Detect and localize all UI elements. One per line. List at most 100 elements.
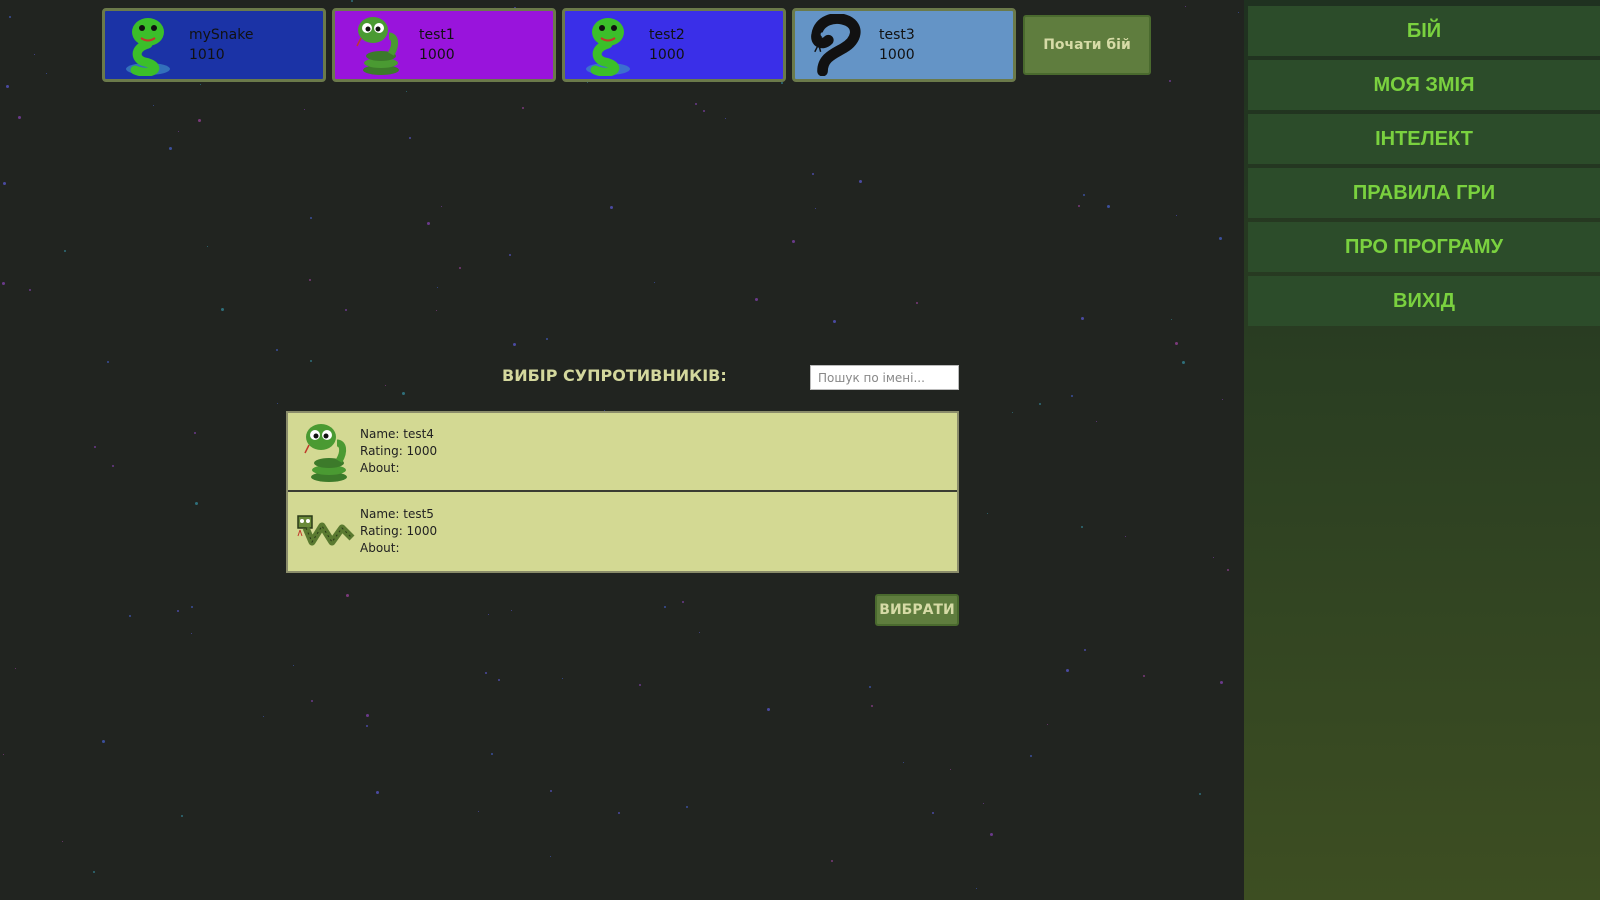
opponent-name: Name: test4 [360, 427, 434, 441]
star [1012, 412, 1013, 413]
choose-button[interactable]: ВИБРАТИ [875, 594, 959, 626]
star [871, 705, 873, 707]
star [869, 686, 871, 688]
star [562, 678, 563, 679]
star [1213, 557, 1214, 558]
star [639, 684, 641, 686]
star [402, 392, 405, 395]
star [1185, 6, 1186, 7]
star [346, 594, 349, 597]
star [815, 208, 816, 209]
menu-item-exit[interactable]: ВИХІД [1248, 276, 1600, 326]
star [459, 267, 461, 269]
search-input[interactable] [810, 365, 959, 390]
star [277, 403, 278, 404]
star [511, 610, 512, 611]
star [198, 119, 201, 122]
star [550, 856, 551, 857]
opponent-about: About: [360, 541, 400, 555]
star [987, 513, 988, 514]
star [1030, 755, 1032, 757]
star [293, 665, 294, 666]
star [1171, 319, 1172, 320]
star [93, 871, 95, 873]
player-card-test2[interactable]: test2 1000 [562, 8, 786, 82]
opponents-title: ВИБІР СУПРОТИВНИКІВ: [502, 366, 727, 385]
opponent-about: About: [360, 461, 400, 475]
player-rating: 1000 [419, 47, 455, 63]
star [18, 116, 21, 119]
star [3, 754, 4, 755]
star [194, 432, 196, 434]
star [441, 206, 442, 207]
star [546, 338, 548, 340]
star [767, 708, 770, 711]
opponents-list: Name: test4 Rating: 1000 About: Name: te… [286, 411, 959, 573]
player-card-test3[interactable]: test3 1000 [792, 8, 1016, 82]
star [112, 465, 114, 467]
star [436, 310, 437, 311]
main-menu: БІЙ МОЯ ЗМІЯ ІНТЕЛЕКТ ПРАВИЛА ГРИ ПРО ПР… [1248, 6, 1600, 330]
star [304, 109, 305, 110]
star [9, 16, 11, 18]
star [1143, 675, 1145, 677]
start-battle-button[interactable]: Почати бій [1023, 15, 1151, 75]
star [686, 806, 688, 808]
star [903, 762, 904, 763]
menu-item-rules[interactable]: ПРАВИЛА ГРИ [1248, 168, 1600, 218]
star [587, 82, 588, 83]
star [1125, 536, 1126, 537]
star [550, 790, 552, 792]
player-name: test2 [649, 27, 685, 43]
star [177, 610, 179, 612]
player-rating: 1010 [189, 47, 225, 63]
list-item[interactable]: Name: test5 Rating: 1000 About: [288, 492, 957, 571]
opponent-name: Name: test5 [360, 507, 434, 521]
player-card-mysnake[interactable]: mySnake 1010 [102, 8, 326, 82]
menu-item-about[interactable]: ПРО ПРОГРАМУ [1248, 222, 1600, 272]
star [406, 91, 407, 92]
player-rating: 1000 [879, 47, 915, 63]
star [1238, 12, 1239, 13]
star [1227, 569, 1229, 571]
star [1220, 681, 1223, 684]
star [309, 279, 311, 281]
menu-item-battle[interactable]: БІЙ [1248, 6, 1600, 56]
star [703, 110, 705, 112]
star [427, 222, 430, 225]
star [366, 714, 369, 717]
star [976, 888, 977, 889]
star [695, 103, 697, 105]
star [610, 206, 613, 209]
coiled-snake-icon [296, 420, 356, 484]
star [522, 107, 524, 109]
star [1219, 237, 1222, 240]
star [191, 606, 193, 608]
star [62, 841, 63, 842]
opponent-rating: Rating: 1000 [360, 444, 438, 458]
star [1176, 215, 1177, 216]
green-snake-icon [119, 14, 177, 76]
star [488, 614, 489, 615]
menu-item-intellect[interactable]: ІНТЕЛЕКТ [1248, 114, 1600, 164]
star [699, 632, 700, 633]
menu-item-my-snake[interactable]: МОЯ ЗМІЯ [1248, 60, 1600, 110]
star [1169, 80, 1171, 82]
star [107, 361, 109, 363]
star [831, 860, 833, 862]
star [485, 672, 487, 674]
star [755, 298, 758, 301]
player-name: mySnake [189, 27, 254, 43]
player-card-test1[interactable]: test1 1000 [332, 8, 556, 82]
star [409, 137, 411, 139]
list-item[interactable]: Name: test4 Rating: 1000 About: [288, 413, 957, 492]
star [1107, 205, 1110, 208]
star [6, 85, 9, 88]
star [1199, 793, 1201, 795]
star [1078, 205, 1080, 207]
star [682, 601, 684, 603]
star [29, 289, 31, 291]
star [833, 320, 836, 323]
star [725, 118, 726, 119]
star [491, 753, 493, 755]
